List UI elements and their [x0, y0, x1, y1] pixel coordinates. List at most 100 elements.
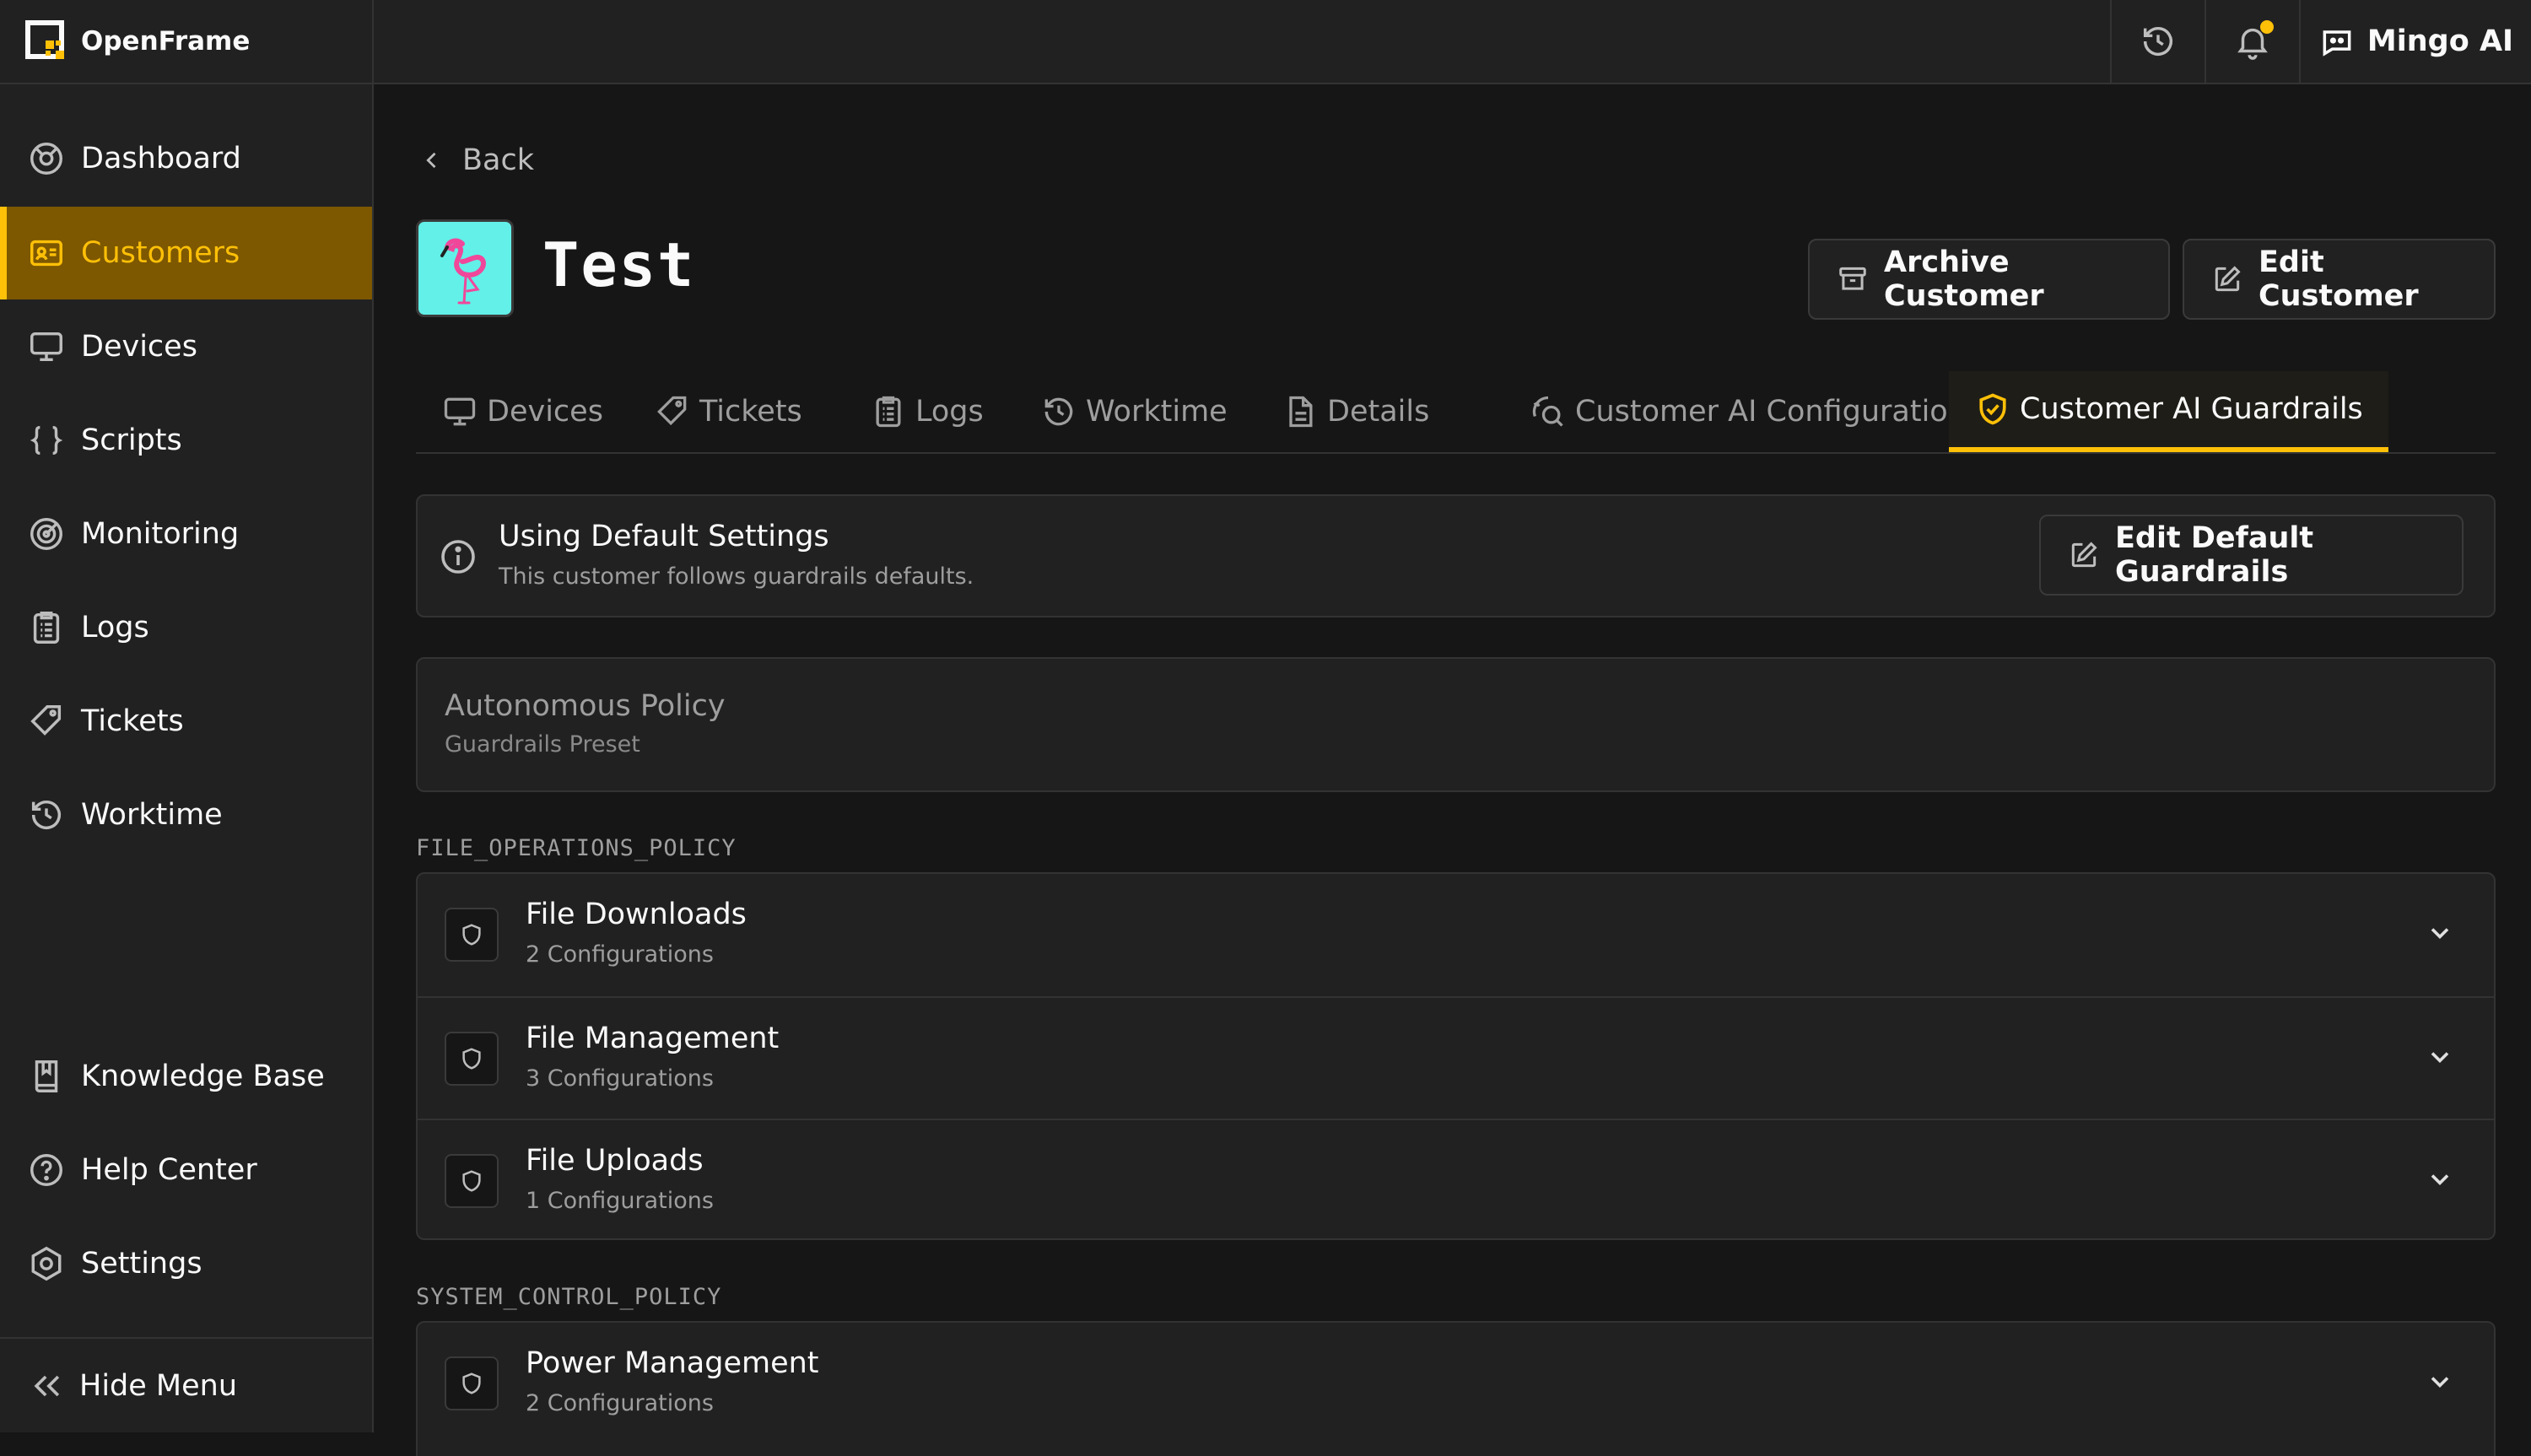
- target-icon: [27, 515, 66, 553]
- row-subtitle: 3 Configurations: [526, 1065, 714, 1092]
- section-label-file-operations: FILE_OPERATIONS_POLICY: [416, 835, 737, 861]
- sidebar-item-label: Knowledge Base: [81, 1060, 325, 1093]
- sidebar-item-label: Devices: [81, 330, 197, 364]
- sidebar-item-label: Help Center: [81, 1153, 257, 1187]
- main-content: Back Test Archive Customer Edit Customer…: [374, 84, 2531, 1456]
- sidebar-item-label: Dashboard: [81, 142, 241, 175]
- openframe-logo-icon: [25, 20, 67, 62]
- edit-customer-button[interactable]: Edit Customer: [2183, 239, 2496, 320]
- chevron-down-icon: [2425, 1164, 2455, 1194]
- sidebar-item-worktime[interactable]: Worktime: [0, 768, 372, 861]
- archive-customer-button[interactable]: Archive Customer: [1808, 239, 2170, 320]
- row-title: File Management: [526, 1022, 780, 1055]
- tab-label: Details: [1327, 395, 1430, 429]
- sidebar-item-label: Scripts: [81, 423, 182, 457]
- shield-icon: [445, 1154, 499, 1208]
- accordion-row-file-management[interactable]: File Management 3 Configurations: [418, 996, 2494, 1118]
- mingo-ai-button[interactable]: Mingo AI: [2299, 0, 2531, 83]
- history-button[interactable]: [2110, 0, 2205, 83]
- hide-menu-button[interactable]: Hide Menu: [0, 1337, 372, 1432]
- sidebar-item-label: Settings: [81, 1247, 202, 1281]
- sidebar-item-logs[interactable]: Logs: [0, 581, 372, 674]
- notification-dot: [2260, 20, 2274, 34]
- book-icon: [27, 1057, 66, 1096]
- flamingo-icon: [440, 238, 487, 305]
- accordion-row-power-management[interactable]: Power Management 2 Configurations: [418, 1323, 2494, 1444]
- tab-customer-ai-configuration[interactable]: Customer AI Configuration: [1530, 371, 1967, 452]
- row-subtitle: 2 Configurations: [526, 941, 714, 968]
- hide-menu-label: Hide Menu: [79, 1368, 238, 1403]
- tab-label: Logs: [915, 395, 984, 429]
- sidebar: OpenFrame Dashboard Customers Devices Sc…: [0, 0, 374, 1432]
- banner-title: Using Default Settings: [499, 520, 829, 553]
- logs-icon: [870, 393, 907, 430]
- tab-logs[interactable]: Logs: [870, 371, 984, 452]
- notifications-button[interactable]: [2205, 0, 2299, 83]
- row-title: Power Management: [526, 1346, 819, 1380]
- shield-icon: [445, 908, 499, 962]
- tab-label: Tickets: [699, 395, 802, 429]
- tab-label: Worktime: [1086, 395, 1228, 429]
- history-icon: [1040, 393, 1077, 430]
- policy-title: Autonomous Policy: [445, 689, 726, 723]
- tab-label: Customer AI Configuration: [1575, 395, 1967, 429]
- chevrons-left-icon: [29, 1367, 66, 1405]
- chevron-down-icon: [2425, 1042, 2455, 1072]
- system-control-accordion: Power Management 2 Configurations: [416, 1321, 2496, 1456]
- tab-devices[interactable]: Devices: [441, 371, 603, 452]
- sidebar-item-knowledge-base[interactable]: Knowledge Base: [0, 1030, 372, 1123]
- monitor-icon: [27, 327, 66, 366]
- accordion-row-file-downloads[interactable]: File Downloads 2 Configurations: [418, 874, 2494, 995]
- sidebar-item-label: Customers: [81, 236, 240, 270]
- sidebar-item-dashboard[interactable]: Dashboard: [0, 112, 372, 205]
- sidebar-item-label: Logs: [81, 611, 149, 644]
- edit-icon: [2068, 539, 2100, 571]
- section-label-system-control: SYSTEM_CONTROL_POLICY: [416, 1284, 722, 1310]
- banner-subtitle: This customer follows guardrails default…: [499, 564, 974, 590]
- tab-details[interactable]: Details: [1282, 371, 1429, 452]
- brand[interactable]: OpenFrame: [0, 0, 372, 84]
- shield-check-icon: [1974, 391, 2011, 428]
- default-settings-banner: Using Default Settings This customer fol…: [416, 494, 2496, 617]
- sidebar-item-label: Tickets: [81, 704, 184, 738]
- sidebar-item-scripts[interactable]: Scripts: [0, 394, 372, 487]
- policy-subtitle: Guardrails Preset: [445, 731, 640, 758]
- edit-customer-label: Edit Customer: [2258, 245, 2419, 313]
- file-operations-accordion: File Downloads 2 Configurations File Man…: [416, 872, 2496, 1240]
- tab-worktime[interactable]: Worktime: [1040, 371, 1228, 452]
- dashboard-icon: [27, 139, 66, 178]
- row-subtitle: 2 Configurations: [526, 1390, 714, 1416]
- edit-icon: [2211, 263, 2243, 295]
- tab-bar: Devices Tickets Logs Worktime Details Cu…: [416, 371, 2496, 454]
- bell-icon: [2233, 20, 2274, 61]
- sidebar-item-devices[interactable]: Devices: [0, 300, 372, 393]
- tab-label: Devices: [487, 395, 603, 429]
- customer-avatar: [416, 219, 514, 317]
- sidebar-item-settings[interactable]: Settings: [0, 1217, 372, 1310]
- tag-icon: [654, 393, 691, 430]
- braces-icon: [27, 421, 66, 460]
- settings-icon: [27, 1244, 66, 1283]
- sidebar-item-help-center[interactable]: Help Center: [0, 1124, 372, 1216]
- sidebar-item-customers[interactable]: Customers: [0, 207, 372, 299]
- info-icon: [438, 537, 478, 577]
- back-link[interactable]: Back: [420, 143, 534, 177]
- autonomous-policy-card: Autonomous Policy Guardrails Preset: [416, 657, 2496, 792]
- accordion-row-file-uploads[interactable]: File Uploads 1 Configurations: [418, 1119, 2494, 1240]
- topbar: Mingo AI: [374, 0, 2531, 84]
- sidebar-item-tickets[interactable]: Tickets: [0, 675, 372, 768]
- archive-icon: [1837, 263, 1869, 295]
- monitor-icon: [441, 393, 478, 430]
- mingo-icon: [2318, 23, 2356, 60]
- sidebar-item-monitoring[interactable]: Monitoring: [0, 488, 372, 580]
- edit-default-guardrails-button[interactable]: Edit Default Guardrails: [2039, 515, 2464, 596]
- ai-search-icon: [1530, 393, 1567, 430]
- mingo-label: Mingo AI: [2366, 24, 2514, 58]
- archive-customer-label: Archive Customer: [1884, 245, 2044, 313]
- back-label: Back: [462, 143, 534, 177]
- edit-default-guardrails-label: Edit Default Guardrails: [2115, 521, 2314, 589]
- sidebar-item-label: Monitoring: [81, 517, 240, 551]
- tab-customer-ai-guardrails[interactable]: Customer AI Guardrails: [1949, 371, 2388, 452]
- chevron-down-icon: [2425, 918, 2455, 948]
- tab-tickets[interactable]: Tickets: [654, 371, 802, 452]
